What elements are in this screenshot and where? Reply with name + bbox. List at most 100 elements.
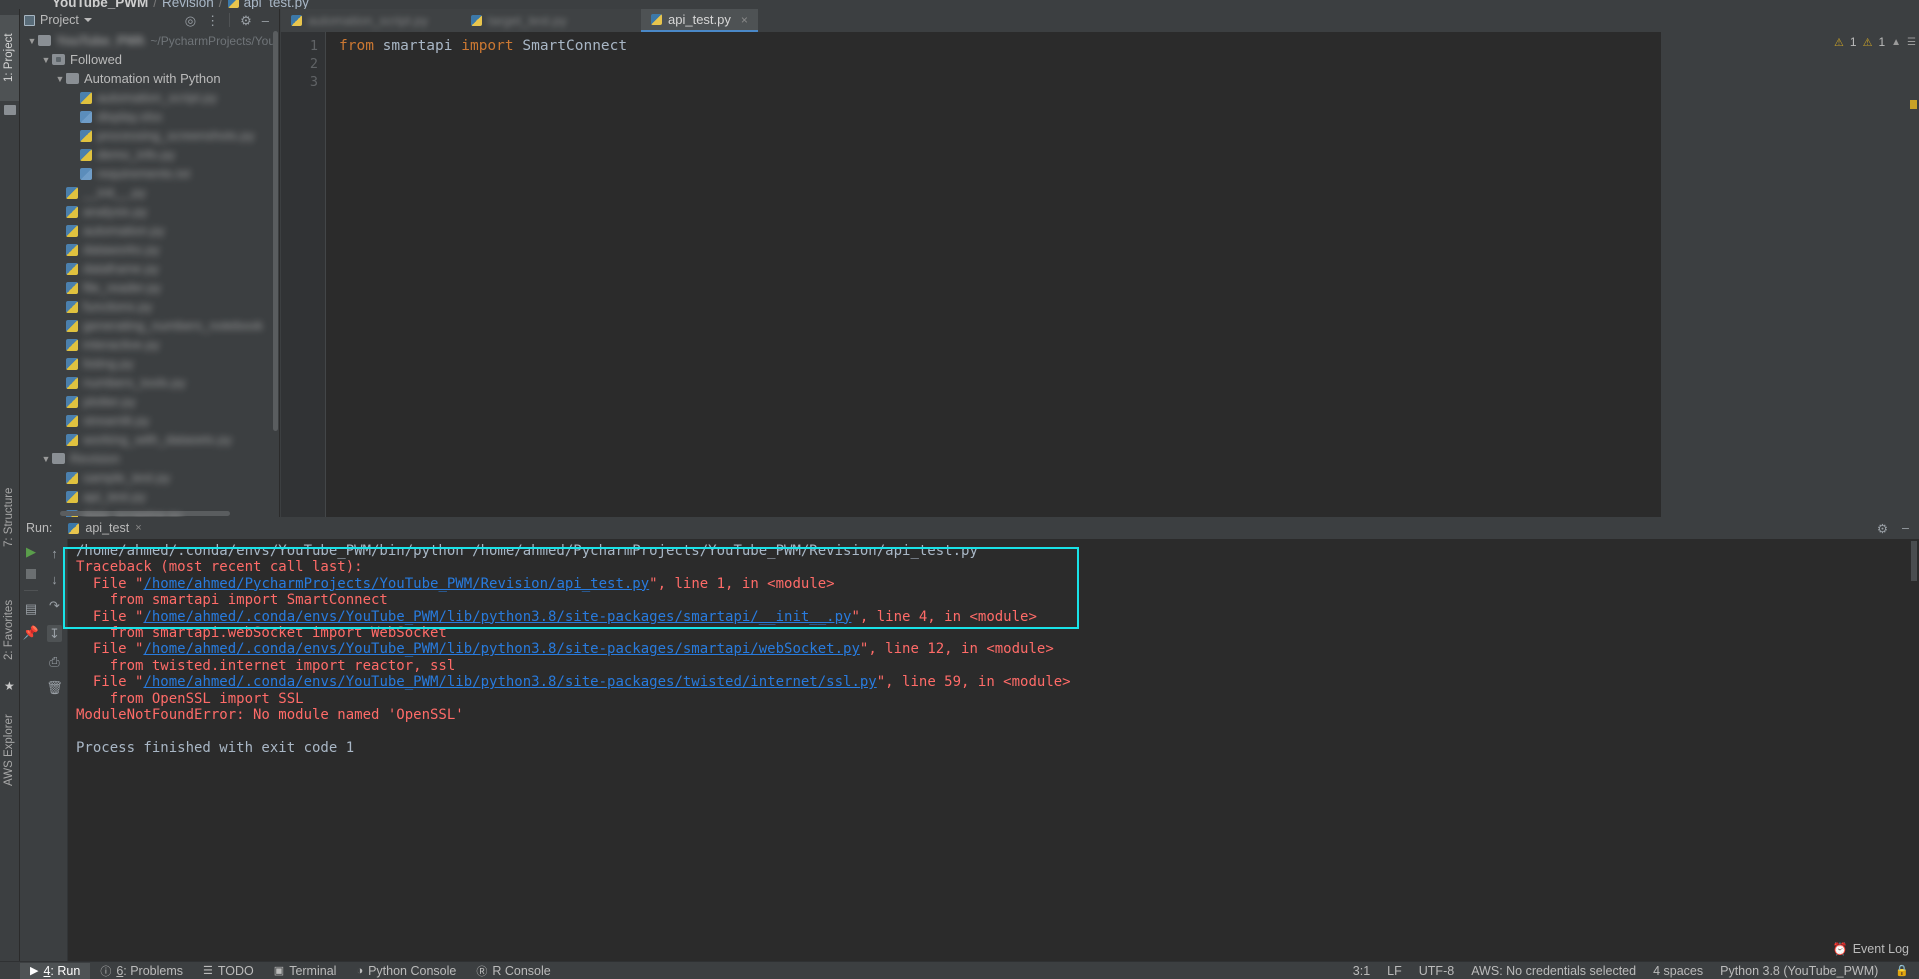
close-icon[interactable]: × [741, 13, 748, 27]
run-console-output[interactable]: /home/ahmed/.conda/envs/YouTube_PWM/bin/… [68, 539, 1919, 961]
tree-row[interactable]: working_with_datasets.py [20, 430, 279, 449]
console-file-link[interactable]: /home/ahmed/.conda/envs/YouTube_PWM/lib/… [143, 674, 876, 690]
rerun-button[interactable]: ▶ [26, 545, 36, 558]
tree-row[interactable]: processing_screenshots.py [20, 126, 279, 145]
caret-position[interactable]: 3:1 [1353, 964, 1370, 978]
chevron-down-icon[interactable]: ▼ [26, 36, 38, 46]
collapse-all-icon[interactable]: ⋮ [206, 14, 219, 27]
bottom-bar-item-r-console[interactable]: Ⓡ R Console [466, 962, 560, 979]
console-file-link[interactable]: /home/ahmed/PycharmProjects/YouTube_PWM/… [143, 576, 649, 592]
soft-wrap-button[interactable]: ↷ [49, 599, 60, 612]
tree-row[interactable]: data_scraping.py [20, 506, 279, 517]
print-button[interactable]: ⎙ [49, 655, 59, 668]
editor-tab-bar: automation_script.py target_test.py api_te… [281, 9, 1919, 32]
chevron-down-icon[interactable]: ▼ [40, 55, 52, 65]
up-arrow-button[interactable]: ↑ [51, 547, 58, 560]
breadcrumb-file[interactable]: api_test.py [244, 0, 309, 9]
breadcrumb-project[interactable]: YouTube_PWM [52, 0, 148, 9]
tree-row[interactable]: ▼ Followed [20, 50, 279, 69]
console-text: File " [76, 674, 144, 691]
editor-tab[interactable]: api_test.py × [641, 9, 758, 32]
bottom-bar-item-terminal[interactable]: ▣ Terminal [264, 963, 347, 979]
tree-row[interactable]: dataworks.py [20, 240, 279, 259]
tree-row[interactable]: display.xlsx [20, 107, 279, 126]
minimize-icon[interactable]: – [1902, 521, 1909, 536]
project-panel-title: Project [40, 13, 79, 27]
tree-row[interactable]: numbers_tools.py [20, 373, 279, 392]
sidebar-item-aws-explorer[interactable]: AWS Explorer [0, 701, 19, 799]
console-vertical-scrollbar[interactable] [1911, 541, 1917, 581]
code-area[interactable]: from smartapi import SmartConnect [325, 32, 1661, 517]
file-encoding[interactable]: UTF-8 [1419, 964, 1454, 978]
console-file-link[interactable]: /home/ahmed/.conda/envs/YouTube_PWM/lib/… [143, 609, 851, 625]
python-file-icon [66, 395, 78, 408]
tree-row-label: display.xlsx [97, 109, 163, 124]
tree-row[interactable]: automation_script.py [20, 88, 279, 107]
project-tree[interactable]: ▼ YouTube_PWM ~/PycharmProjects/You ▼ Follow… [20, 31, 279, 517]
bottom-bar-item-4-run[interactable]: ▶ 4: Run [20, 962, 91, 979]
sidebar-item-structure[interactable]: 7: Structure [0, 469, 19, 565]
tree-row[interactable]: generating_numbers_notebook [20, 316, 279, 335]
hamburger-icon[interactable]: ☰ [1907, 37, 1916, 48]
tree-row[interactable]: dataframe.py [20, 259, 279, 278]
bottom-bar-item-6-problems[interactable]: ⓘ 6: Problems [90, 962, 193, 979]
down-arrow-button[interactable]: ↓ [51, 573, 58, 586]
tree-row[interactable]: ▼ Automation with Python [20, 69, 279, 88]
tree-row[interactable]: ▼ Revision [20, 449, 279, 468]
stop-button[interactable] [26, 569, 36, 579]
tree-row[interactable]: listing.py [20, 354, 279, 373]
bottom-bar-item-todo[interactable]: ☰ TODO [193, 963, 264, 979]
line-separator[interactable]: LF [1387, 964, 1402, 978]
tree-row[interactable]: api_test.py [20, 487, 279, 506]
gutter-warning-marker[interactable] [1910, 100, 1917, 109]
clear-all-button[interactable]: 🗑 [46, 681, 63, 694]
editor-tab[interactable]: automation_script.py [281, 9, 461, 32]
sidebar-item-favorites[interactable]: 2: Favorites [0, 584, 19, 676]
tree-row[interactable]: sample_test.py [20, 468, 279, 487]
inspection-widget[interactable]: ⚠ 1 ⚠ 1 ▲ ☰ [1834, 35, 1916, 49]
chevron-down-icon[interactable]: ▼ [54, 74, 66, 84]
chevron-down-icon[interactable]: ▼ [40, 454, 52, 464]
target-icon[interactable]: ◎ [185, 14, 196, 27]
sidebar-item-project[interactable]: 1: Project [0, 15, 19, 101]
editor-tab[interactable]: target_test.py [461, 9, 641, 32]
gear-icon[interactable]: ⚙ [240, 14, 252, 27]
tree-row[interactable]: ▼ YouTube_PWM ~/PycharmProjects/You [20, 31, 279, 50]
gear-icon[interactable]: ⚙ [1877, 521, 1888, 536]
scroll-to-end-button[interactable]: ↧ [47, 625, 62, 642]
tree-row[interactable]: streamlit.py [20, 411, 279, 430]
event-log-button[interactable]: ⏰ Event Log [1833, 942, 1909, 956]
tree-row[interactable]: plotter.py [20, 392, 279, 411]
console-error-line: from twisted.internet import reactor, ss… [76, 657, 456, 674]
lock-icon[interactable]: 🔒 [1895, 964, 1909, 977]
tree-row[interactable]: file_reader.py [20, 278, 279, 297]
run-config-tab[interactable]: api_test × [62, 520, 147, 536]
tree-row[interactable]: interactive.py [20, 335, 279, 354]
aws-credentials[interactable]: AWS: No credentials selected [1471, 964, 1636, 978]
chevron-down-icon[interactable] [83, 18, 92, 22]
close-icon[interactable]: × [135, 522, 141, 534]
bottom-bar-item-python-console[interactable]: ◑ Python Console [346, 963, 466, 979]
code-editor[interactable]: 1 2 3 from smartapi import SmartConnect ⚠ … [281, 32, 1919, 517]
tree-row-label: demo_info.py [97, 147, 176, 162]
tree-row[interactable]: requirements.txt [20, 164, 279, 183]
breadcrumb-folder[interactable]: Revision [162, 0, 214, 9]
indent-setting[interactable]: 4 spaces [1653, 964, 1703, 978]
minimize-icon[interactable]: – [262, 14, 269, 27]
tree-vertical-scrollbar[interactable] [273, 31, 278, 431]
tree-row[interactable]: functions.py [20, 297, 279, 316]
project-title-button[interactable]: Project [24, 13, 92, 27]
console-text: ", line 1, in <module> [649, 575, 835, 592]
pin-button[interactable]: 📌 [23, 626, 39, 639]
tree-row[interactable]: analysis.py [20, 202, 279, 221]
console-file-link[interactable]: /home/ahmed/.conda/envs/YouTube_PWM/lib/… [143, 641, 859, 657]
play-icon: ▶ [30, 965, 39, 977]
python-interpreter[interactable]: Python 3.8 (YouTube_PWM) [1720, 964, 1878, 978]
chevron-up-icon[interactable]: ▲ [1891, 37, 1901, 48]
tree-row[interactable]: __init__.py [20, 183, 279, 202]
layout-button[interactable]: ▤ [25, 602, 37, 615]
tree-row[interactable]: automation.py [20, 221, 279, 240]
tree-row[interactable]: demo_info.py [20, 145, 279, 164]
